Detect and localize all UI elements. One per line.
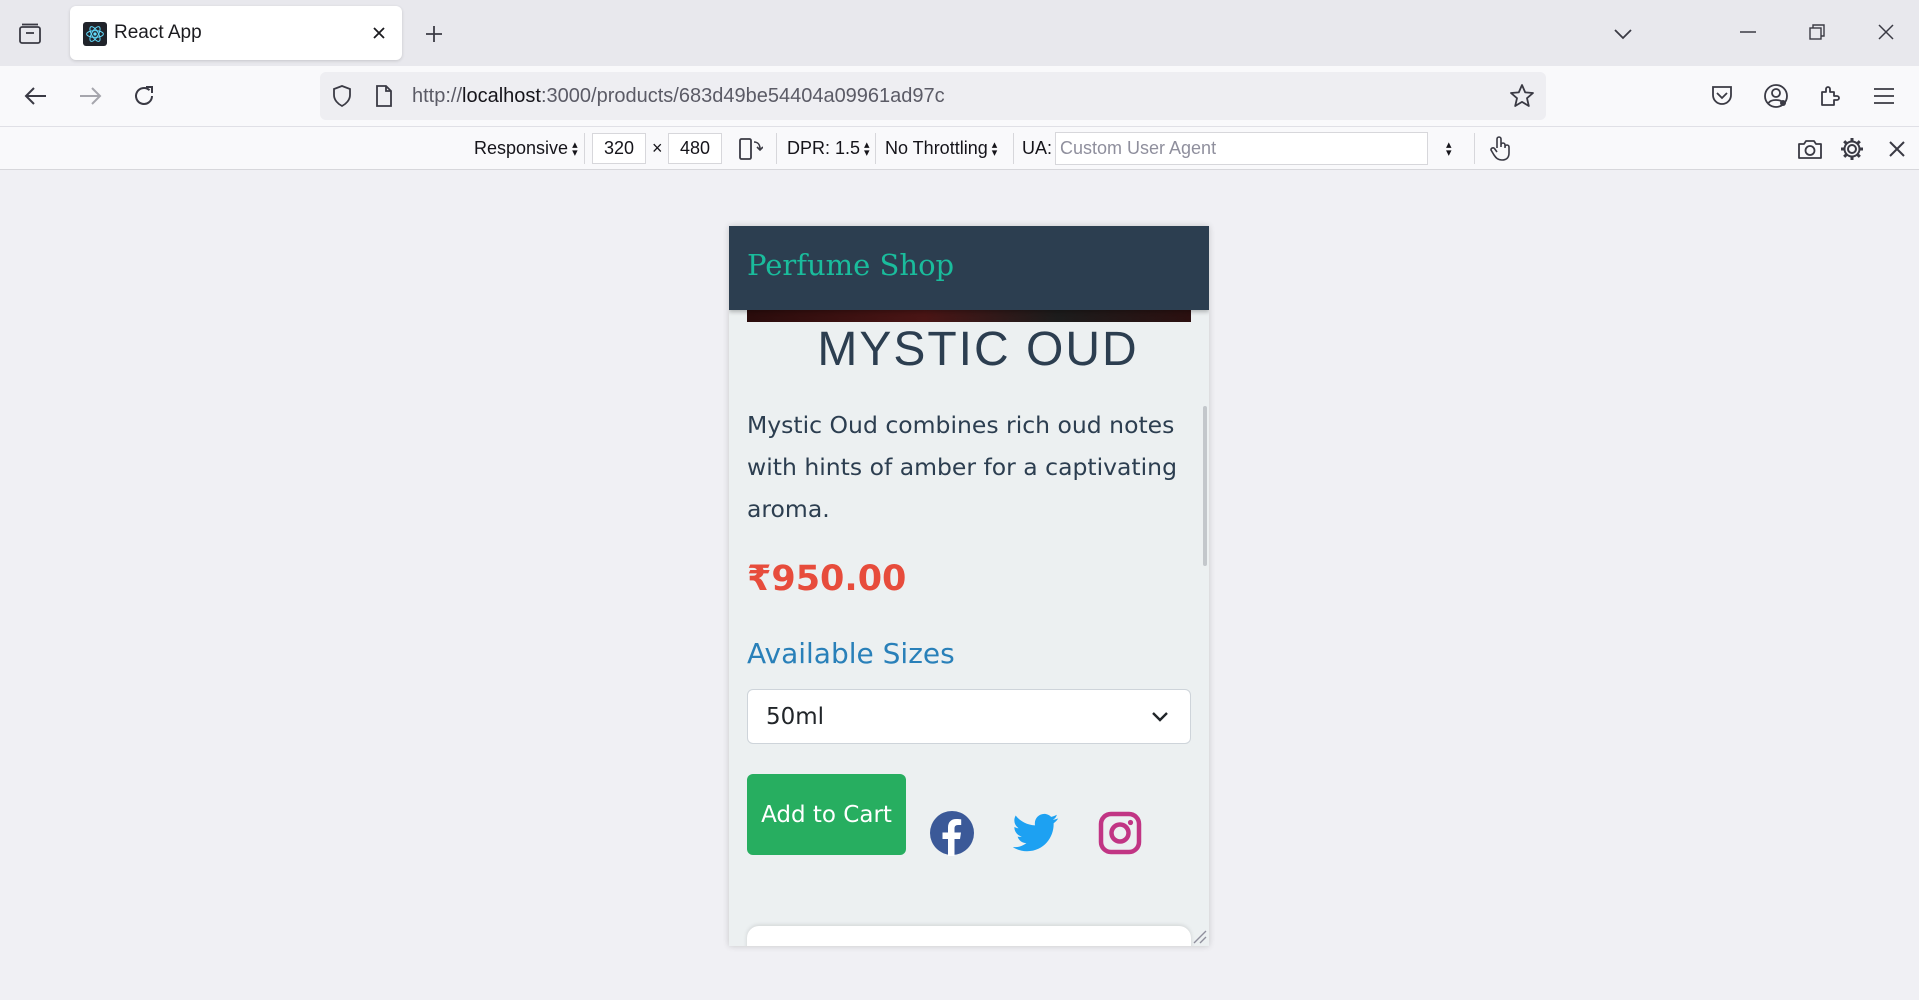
size-select-value: 50ml: [766, 704, 825, 730]
viewport-width-input[interactable]: 320: [592, 133, 646, 164]
ua-label: UA:: [1022, 138, 1053, 158]
settings-gear-icon[interactable]: [1836, 133, 1868, 165]
updown-arrows-icon: ▴ ▾: [864, 138, 870, 159]
throttling-label: No Throttling: [885, 138, 988, 158]
forward-icon[interactable]: [72, 78, 108, 114]
add-to-cart-button[interactable]: Add to Cart: [747, 774, 906, 855]
url-text: http://localhost:3000/products/683d49be5…: [412, 85, 945, 108]
list-all-tabs-icon[interactable]: [1606, 18, 1640, 50]
separator: [875, 133, 876, 164]
device-selector[interactable]: Responsive ▴ ▾: [474, 127, 578, 170]
restore-icon[interactable]: [1795, 14, 1839, 50]
updown-arrows-icon: ▴ ▾: [1446, 138, 1452, 159]
dpr-selector[interactable]: DPR: 1.5 ▴ ▾: [787, 127, 870, 170]
screenshot-camera-icon[interactable]: [1794, 133, 1826, 165]
back-icon[interactable]: [18, 78, 54, 114]
dimension-times: ×: [652, 138, 663, 158]
product-description: Mystic Oud combines rich oud notes with …: [747, 411, 1177, 523]
size-select[interactable]: 50ml: [747, 689, 1191, 744]
product-title: MYSTIC OUD: [817, 323, 1139, 376]
site-header: Perfume Shop: [729, 226, 1209, 310]
sizes-heading: Available Sizes: [747, 637, 955, 670]
viewport-resize-handle[interactable]: [1189, 926, 1207, 944]
page-info-icon[interactable]: [372, 84, 396, 108]
tab-bar: React App: [0, 0, 1919, 66]
responsive-design-toolbar: Responsive ▴ ▾ 320 × 480 DPR: 1.5 ▴ ▾ No T…: [0, 126, 1919, 170]
close-tab-icon[interactable]: [366, 20, 392, 46]
separator: [1474, 133, 1475, 164]
tracking-protection-shield-icon[interactable]: [330, 84, 354, 108]
updown-arrows-icon: ▴ ▾: [572, 138, 578, 159]
viewport-height-input[interactable]: 480: [668, 133, 722, 164]
new-tab-icon[interactable]: [418, 18, 450, 50]
dpr-label: DPR: 1.5: [787, 138, 861, 158]
url-prefix: http://: [412, 85, 463, 107]
ua-dropdown[interactable]: ▴ ▾: [1442, 127, 1452, 170]
next-card: [747, 926, 1191, 946]
close-rdm-icon[interactable]: [1881, 133, 1913, 165]
site-brand[interactable]: Perfume Shop: [747, 248, 954, 282]
user-agent-input[interactable]: Custom User Agent: [1055, 132, 1428, 165]
device-selector-label: Responsive: [474, 138, 569, 158]
twitter-icon[interactable]: [1013, 810, 1059, 856]
instagram-icon[interactable]: [1097, 810, 1143, 856]
separator: [1013, 133, 1014, 164]
throttling-selector[interactable]: No Throttling ▴ ▾: [885, 127, 997, 170]
bookmark-star-icon[interactable]: [1508, 82, 1536, 110]
url-path: :3000/products/683d49be54404a09961ad97c: [540, 85, 945, 107]
product-price: ₹950.00: [747, 559, 907, 599]
updown-arrows-icon: ▴ ▾: [991, 138, 998, 159]
url-host: localhost: [462, 85, 541, 107]
extensions-icon[interactable]: [1812, 78, 1848, 114]
reload-icon[interactable]: [126, 78, 162, 114]
tab-title: React App: [114, 22, 202, 43]
account-icon[interactable]: [1758, 78, 1794, 114]
tab-list-icon[interactable]: [12, 18, 48, 50]
close-window-icon[interactable]: [1864, 14, 1908, 50]
address-bar[interactable]: http://localhost:3000/products/683d49be5…: [320, 72, 1546, 120]
rotate-viewport-icon[interactable]: [734, 133, 766, 165]
separator: [776, 133, 777, 164]
device-viewport: Perfume Shop MYSTIC OUD Mystic Oud combi…: [729, 226, 1209, 946]
pocket-icon[interactable]: [1704, 78, 1740, 114]
minimize-icon[interactable]: [1726, 14, 1770, 50]
tab-react-app[interactable]: React App: [70, 6, 402, 60]
viewport-scrollbar[interactable]: [1203, 406, 1207, 566]
product-image: [747, 310, 1191, 322]
navigation-toolbar: http://localhost:3000/products/683d49be5…: [0, 66, 1919, 126]
chevron-down-icon: [1148, 705, 1172, 729]
facebook-icon[interactable]: [929, 810, 975, 856]
separator: [584, 133, 585, 164]
menu-hamburger-icon[interactable]: [1866, 78, 1902, 114]
touch-simulation-icon[interactable]: [1484, 133, 1516, 165]
react-logo-icon: [83, 22, 107, 46]
